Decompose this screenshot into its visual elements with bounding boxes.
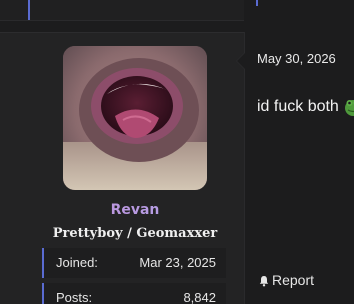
post-date[interactable]: May 30, 2026 — [257, 51, 336, 66]
previous-post-user-panel — [0, 0, 244, 21]
stat-label: Posts: — [56, 290, 93, 304]
avatar-image — [63, 46, 207, 190]
message-arrow-inner — [237, 53, 245, 69]
stat-value: Mar 23, 2025 — [139, 255, 216, 270]
previous-post-accent-bar — [28, 0, 30, 20]
frog-emoji-icon — [344, 98, 354, 116]
bell-icon — [258, 274, 270, 287]
previous-post-body — [244, 0, 354, 20]
thread-page: Revan Prettyboy / Geomaxxer Joined: Mar … — [0, 0, 354, 304]
username[interactable]: Revan — [0, 202, 270, 218]
previous-post-quote-bar — [256, 0, 258, 6]
report-label: Report — [272, 272, 315, 288]
stat-row-posts: Posts: 8,842 — [42, 283, 226, 304]
stat-value[interactable]: 8,842 — [183, 290, 216, 304]
avatar[interactable] — [63, 46, 207, 190]
stat-label: Joined: — [56, 255, 98, 270]
post-message: id fuck both — [257, 98, 339, 115]
user-title: Prettyboy / Geomaxxer — [52, 226, 218, 241]
column-divider — [244, 32, 245, 304]
report-button[interactable]: Report — [258, 272, 314, 288]
stat-row-joined: Joined: Mar 23, 2025 — [42, 248, 226, 278]
